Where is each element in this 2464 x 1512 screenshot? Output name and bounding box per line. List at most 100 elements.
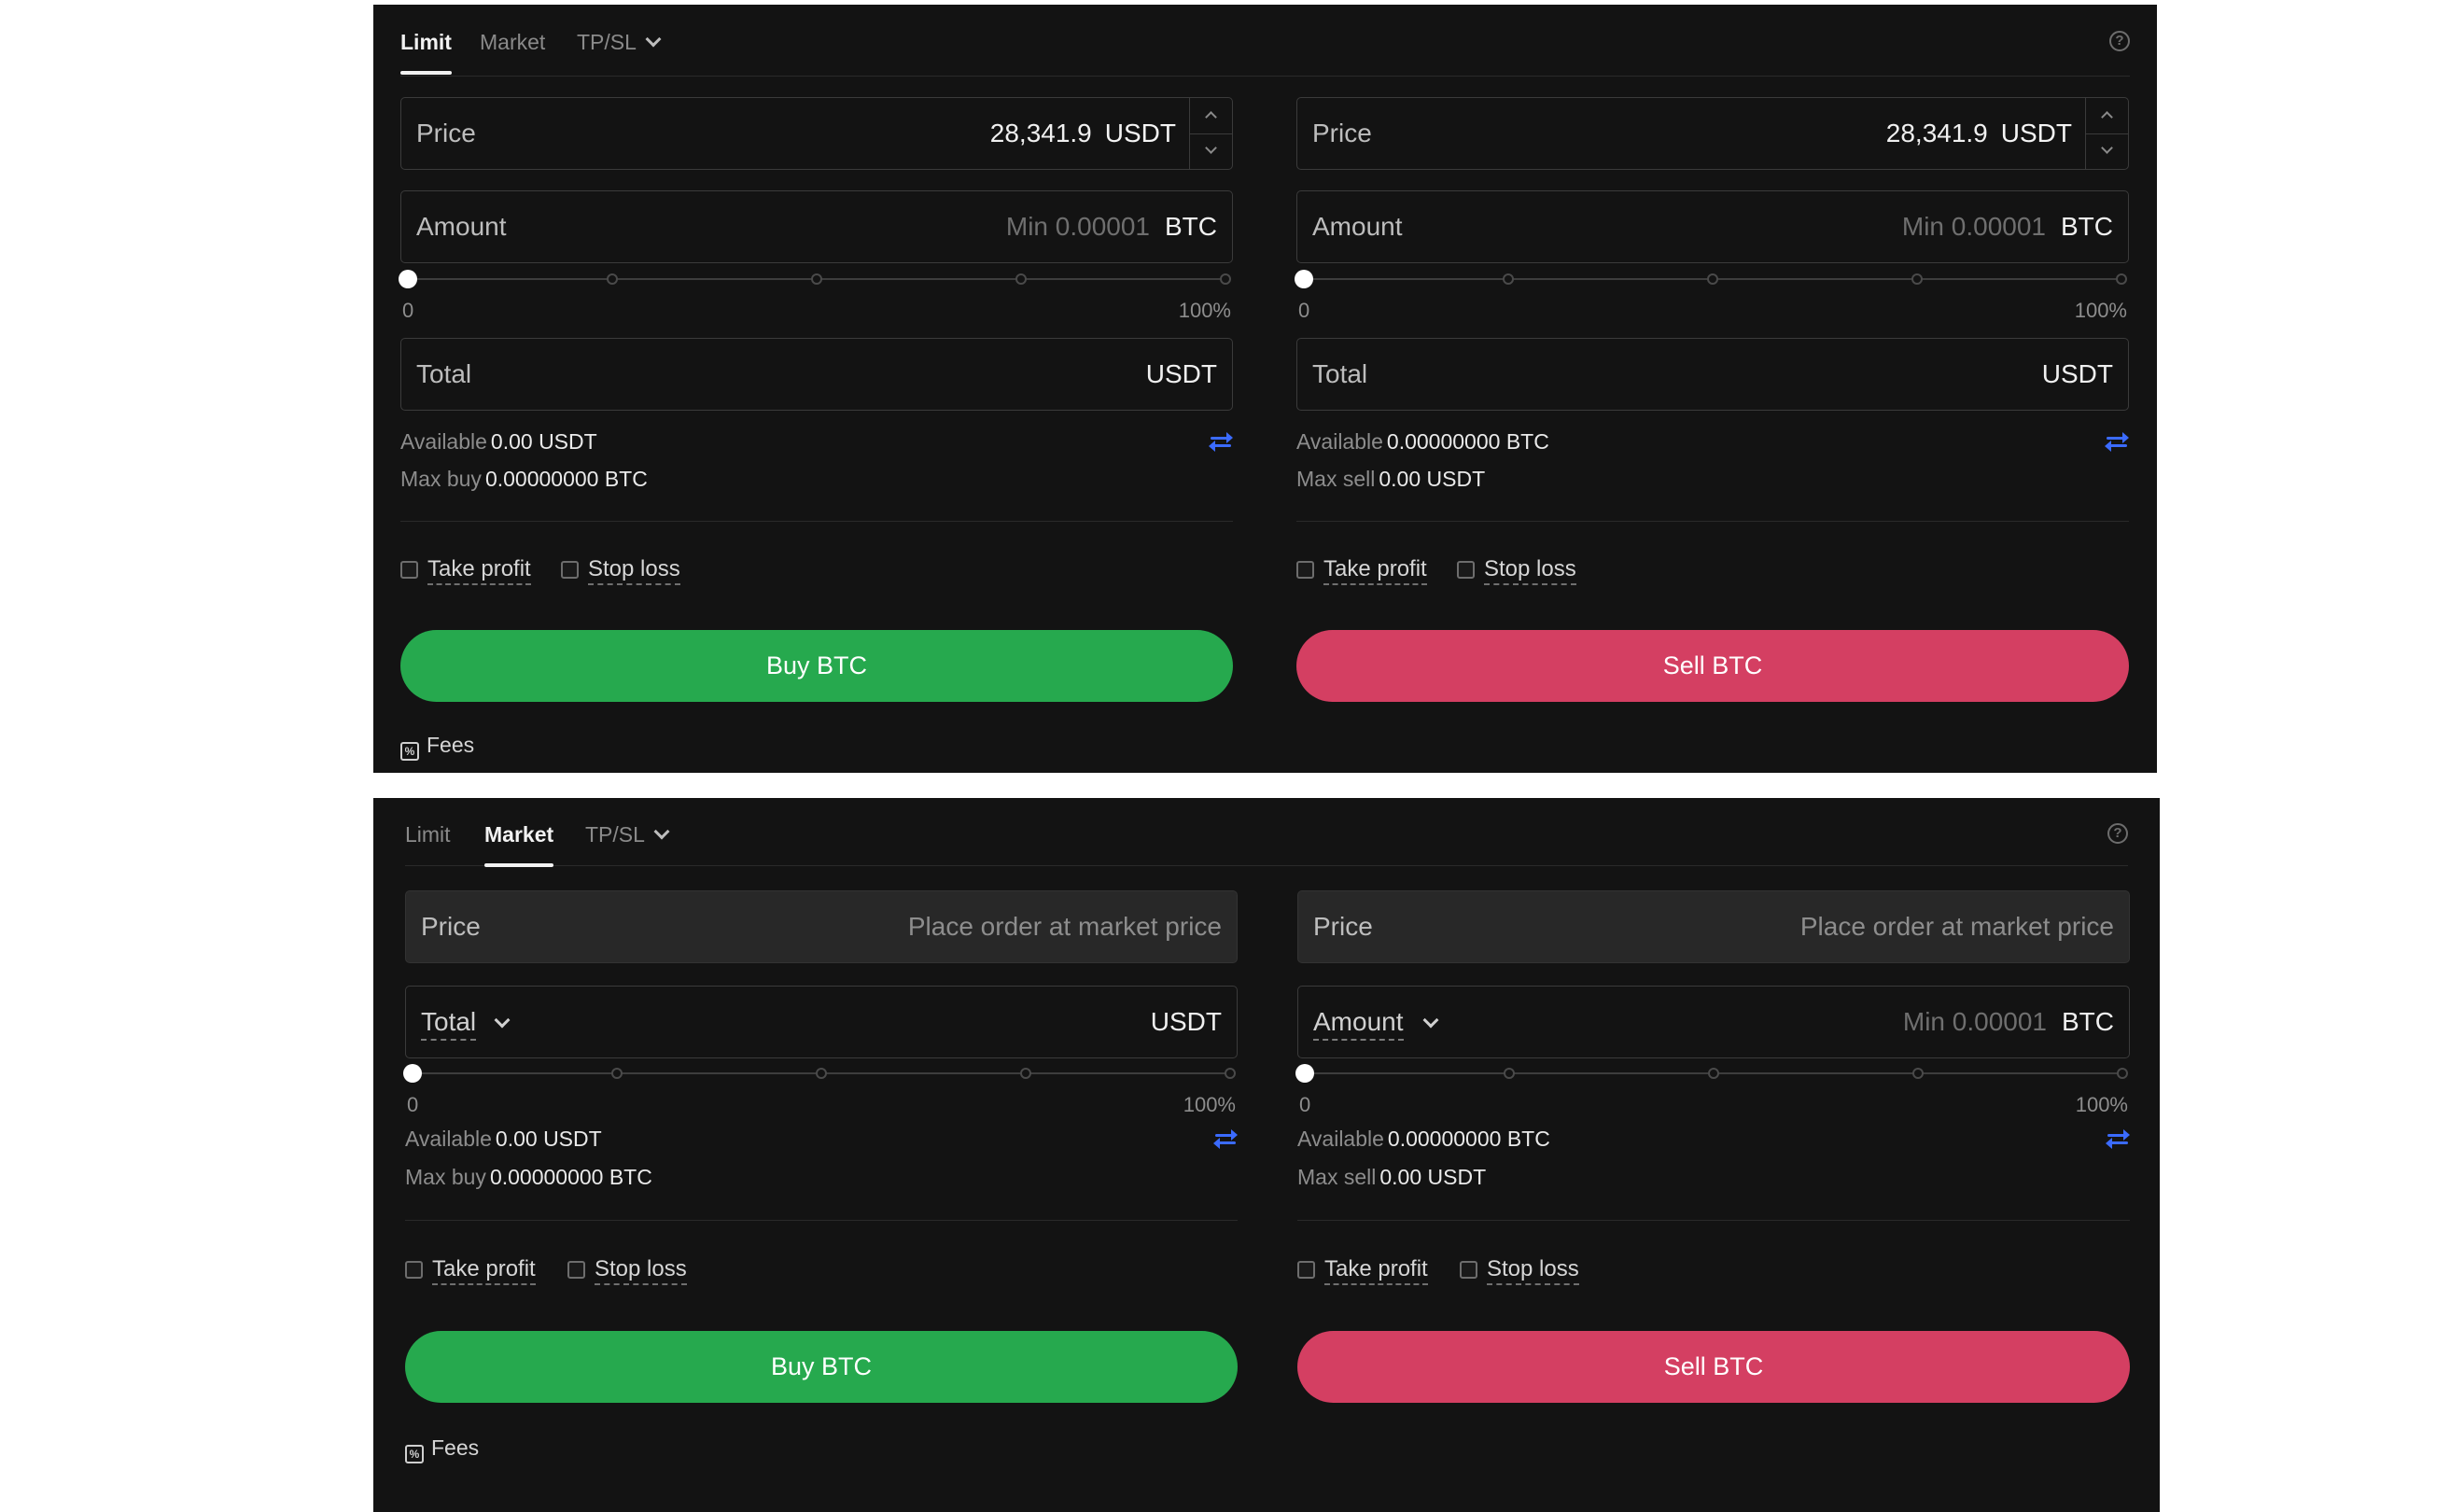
price-placeholder: Place order at market price (907, 912, 1222, 941)
slider-step[interactable] (1708, 1068, 1719, 1079)
slider-max-label: 100% (1183, 1093, 1236, 1116)
stop-loss-checkbox[interactable]: Stop loss (1457, 556, 1576, 585)
swap-icon[interactable] (2105, 432, 2129, 452)
tab-limit[interactable]: Limit (405, 822, 451, 847)
total-input[interactable]: Total USDT (1296, 338, 2129, 411)
stepper-up-icon[interactable] (2086, 98, 2128, 134)
price-label: Price (1312, 119, 1372, 147)
slider-thumb[interactable] (399, 270, 417, 288)
max-buy: Max buy 0.00000000 BTC (405, 1165, 652, 1189)
max-sell: Max sell 0.00 USDT (1296, 467, 1486, 491)
stop-loss-checkbox[interactable]: Stop loss (567, 1256, 687, 1285)
checkbox-icon[interactable] (567, 1261, 585, 1279)
slider-step[interactable] (2116, 273, 2127, 285)
price-input[interactable]: Price Place order at market price (405, 890, 1238, 963)
slider-step[interactable] (2117, 1068, 2128, 1079)
amount-placeholder: Min 0.00001 (1005, 212, 1150, 241)
amount-slider[interactable] (1295, 270, 2129, 288)
market-order-panel: Limit Market TP/SL ? Price Place order a… (373, 798, 2160, 1512)
sell-button[interactable]: Sell BTC (1297, 1331, 2130, 1403)
divider (1296, 521, 2129, 522)
checkbox-icon[interactable] (405, 1261, 423, 1279)
slider-step[interactable] (1503, 273, 1514, 285)
total-input[interactable]: Total USDT (405, 986, 1238, 1058)
fees-link[interactable]: % Fees (400, 733, 474, 761)
slider-min-label: 0 (1299, 1093, 1311, 1116)
buy-button[interactable]: Buy BTC (405, 1331, 1238, 1403)
price-input[interactable]: Price 28,341.9 USDT (1296, 97, 2129, 170)
slider-thumb[interactable] (1295, 270, 1313, 288)
checkbox-icon[interactable] (1297, 1261, 1315, 1279)
amount-input[interactable]: Amount Min 0.00001 BTC (1297, 986, 2130, 1058)
swap-icon[interactable] (1213, 1129, 1238, 1149)
buy-button[interactable]: Buy BTC (400, 630, 1233, 702)
total-label: Total (1312, 359, 1368, 388)
checkbox-icon[interactable] (400, 561, 418, 579)
sell-button[interactable]: Sell BTC (1296, 630, 2129, 702)
stepper-down-icon[interactable] (2086, 133, 2128, 169)
slider-step[interactable] (816, 1068, 827, 1079)
amount-placeholder: Min 0.00001 (1902, 1007, 2047, 1036)
price-input[interactable]: Price Place order at market price (1297, 890, 2130, 963)
swap-icon[interactable] (1209, 432, 1233, 452)
slider-step[interactable] (1912, 1068, 1924, 1079)
price-input[interactable]: Price 28,341.9 USDT (400, 97, 1233, 170)
take-profit-checkbox[interactable]: Take profit (1297, 1256, 1428, 1285)
fees-link[interactable]: % Fees (405, 1435, 479, 1463)
tab-tpsl[interactable]: TP/SL (585, 822, 670, 847)
chevron-down-icon[interactable] (1422, 1012, 1439, 1029)
stop-loss-checkbox[interactable]: Stop loss (561, 556, 680, 585)
amount-slider[interactable] (1295, 1064, 2130, 1083)
tab-tpsl[interactable]: TP/SL (577, 30, 662, 55)
amount-placeholder: Min 0.00001 (1901, 212, 2046, 241)
order-type-tabs: Limit Market TP/SL ? (400, 5, 2130, 77)
slider-step[interactable] (1504, 1068, 1515, 1079)
slider-step[interactable] (811, 273, 822, 285)
divider (400, 521, 1233, 522)
price-value: 28,341.9 (1885, 119, 1988, 147)
chevron-down-icon (645, 31, 662, 48)
slider-step[interactable] (1220, 273, 1231, 285)
slider-thumb[interactable] (403, 1064, 422, 1083)
tab-market[interactable]: Market (480, 30, 545, 55)
stepper-up-icon[interactable] (1190, 98, 1232, 134)
fees-icon: % (400, 742, 419, 761)
slider-step[interactable] (1225, 1068, 1236, 1079)
stop-loss-checkbox[interactable]: Stop loss (1460, 1256, 1579, 1285)
checkbox-icon[interactable] (1296, 561, 1314, 579)
total-slider[interactable] (403, 1064, 1238, 1083)
tab-limit[interactable]: Limit (400, 30, 452, 75)
slider-max-label: 100% (2075, 1093, 2128, 1116)
fees-icon: % (405, 1445, 424, 1463)
take-profit-checkbox[interactable]: Take profit (400, 556, 531, 585)
price-value: 28,341.9 (989, 119, 1092, 147)
stepper-down-icon[interactable] (1190, 133, 1232, 169)
slider-min-label: 0 (402, 299, 414, 322)
total-mode-dropdown[interactable]: Total (421, 1007, 477, 1041)
slider-step[interactable] (1020, 1068, 1031, 1079)
take-profit-checkbox[interactable]: Take profit (1296, 556, 1427, 585)
slider-step[interactable] (1015, 273, 1027, 285)
checkbox-icon[interactable] (1460, 1261, 1477, 1279)
tab-market[interactable]: Market (484, 822, 554, 867)
checkbox-icon[interactable] (1457, 561, 1475, 579)
total-input[interactable]: Total USDT (400, 338, 1233, 411)
help-circle-icon[interactable]: ? (2107, 823, 2128, 844)
total-unit: USDT (1145, 359, 1217, 388)
checkbox-icon[interactable] (561, 561, 579, 579)
slider-step[interactable] (1911, 273, 1923, 285)
amount-input[interactable]: Amount Min 0.00001 BTC (400, 190, 1233, 263)
slider-thumb[interactable] (1295, 1064, 1314, 1083)
slider-step[interactable] (1707, 273, 1718, 285)
help-circle-icon[interactable]: ? (2109, 31, 2130, 51)
amount-input[interactable]: Amount Min 0.00001 BTC (1296, 190, 2129, 263)
take-profit-checkbox[interactable]: Take profit (405, 1256, 536, 1285)
slider-min-label: 0 (407, 1093, 419, 1116)
slider-step[interactable] (607, 273, 618, 285)
chevron-down-icon[interactable] (494, 1012, 511, 1029)
amount-slider[interactable] (399, 270, 1233, 288)
amount-mode-dropdown[interactable]: Amount (1313, 1007, 1404, 1041)
slider-step[interactable] (611, 1068, 623, 1079)
swap-icon[interactable] (2106, 1129, 2130, 1149)
slider-max-label: 100% (2074, 299, 2127, 322)
